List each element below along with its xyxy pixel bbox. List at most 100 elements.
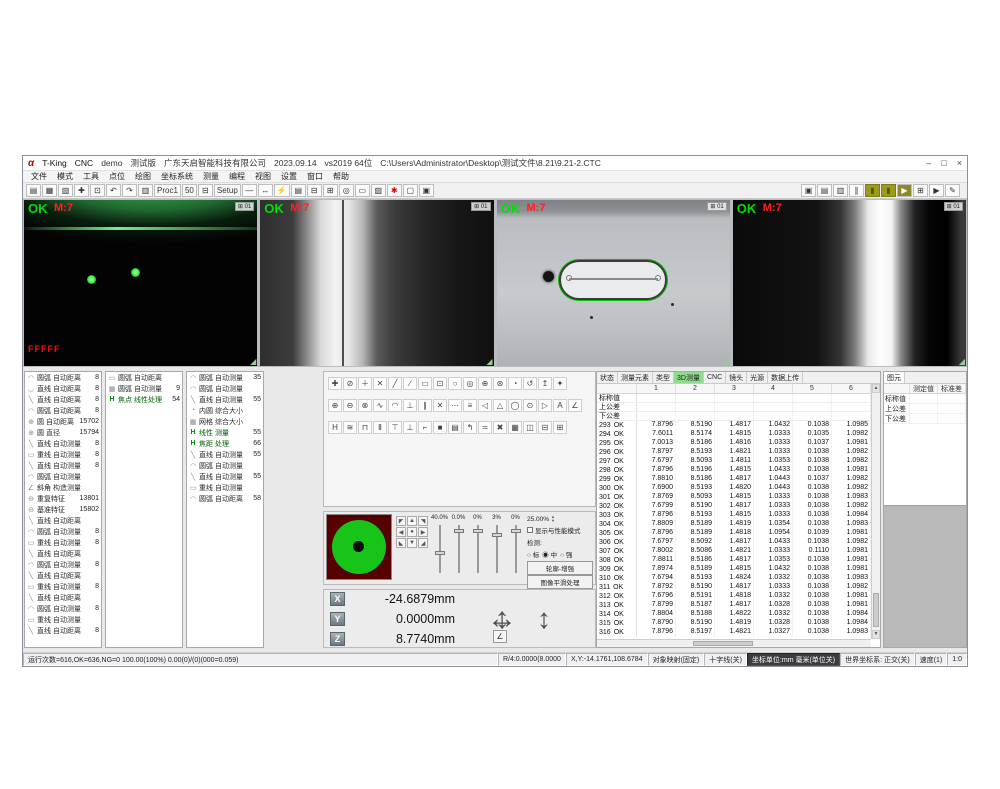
light-slider[interactable]: 3% [489,515,504,573]
camera-corner-controls[interactable]: ⊞ 01 [235,202,254,211]
close-icon[interactable]: × [957,158,962,168]
maximize-icon[interactable]: □ [941,158,946,168]
summary-row[interactable]: 标称值 [884,394,966,404]
geometry-tool-icon[interactable]: ＋ [358,377,372,390]
toolbar-button-icon[interactable]: ✱ [387,184,402,197]
performance-mode-checkbox[interactable]: 显示与性能模式 [527,525,593,535]
measurement-list-item[interactable]: ⊕ 圆 自动距离 15702 [25,416,101,427]
resize-grip-icon[interactable]: ◢ [723,357,729,366]
toolbar-button-icon[interactable]: ▥ [833,184,848,197]
column-number[interactable]: 2 [676,384,715,393]
spinner-icon[interactable]: ▲▼ [551,515,555,523]
measurement-list-item[interactable]: ◠ 圆弧 自动测量 [25,471,101,482]
measurement-list-item[interactable]: ╲ 直线 自动测量 8 [25,438,101,449]
light-slider-thumb[interactable] [511,529,521,533]
result-row[interactable]: 314OK 7.8804 8.5188 1.4822 1.0332 0.1038… [597,610,871,619]
light-segment-button-icon[interactable]: ◀ [396,527,406,537]
geometry-tool-icon[interactable]: ◯ [508,399,522,412]
measurement-list-item[interactable]: ╲ 直线 自动距离 [25,592,101,603]
geometry-tool-icon[interactable]: ⊛ [493,377,507,390]
table-tab[interactable]: 光源 [747,372,768,383]
light-slider-track[interactable] [515,525,517,573]
result-row[interactable]: 311OK 7.8792 8.5190 1.4817 1.0333 0.1038… [597,583,871,592]
toolbar-button-icon[interactable]: Setup [214,184,241,197]
toolbar-button-icon[interactable]: ▢ [403,184,418,197]
menu-item[interactable]: 绘图 [130,171,156,182]
geometry-tool-icon[interactable]: ◎ [463,377,477,390]
light-slider-track[interactable] [477,525,479,573]
measurement-list-item[interactable]: ▭ 重线 自动测量 8 [25,581,101,592]
measurement-list-item[interactable]: ◠ 圆弧 自动距离 8 [25,372,101,383]
toolbar-button-icon[interactable]: ▶ [897,184,912,197]
toolbar-button-icon[interactable]: ▤ [291,184,306,197]
geometry-tool-icon[interactable]: ■ [433,421,447,434]
measurement-list-item[interactable]: ◠ 圆弧 自动距离 8 [25,405,101,416]
geometry-tool-icon[interactable]: ∥ [418,399,432,412]
measurement-list-item[interactable]: H 线性 测量 55 [187,427,263,438]
result-row[interactable]: 302OK 7.6799 8.5190 1.4817 1.0333 0.1038… [597,502,871,511]
scroll-up-icon[interactable]: ▲ [872,384,880,393]
measurement-list-item[interactable]: ▭ 重线 自动测量 [25,614,101,625]
geometry-tool-icon[interactable]: ≡ [463,399,477,412]
geometry-tool-icon[interactable]: ⊞ [553,421,567,434]
measurement-list-item[interactable]: ⊖ 基准特征 15802 [25,504,101,515]
minimize-icon[interactable]: – [926,158,931,168]
toolbar-button-icon[interactable]: ▤ [817,184,832,197]
geometry-tool-icon[interactable]: ↥ [538,377,552,390]
light-segment-button-icon[interactable]: ◢ [418,538,428,548]
geometry-tool-icon[interactable]: ⊥ [403,399,417,412]
angle-mode-button[interactable]: ∠ [493,630,507,643]
result-row[interactable]: 310OK 7.6794 8.5193 1.4824 1.0332 0.1038… [597,574,871,583]
light-segment-button-icon[interactable]: ● [407,527,417,537]
toolbar-button-icon[interactable]: ▧ [58,184,73,197]
camera-view-4[interactable]: OK M:7 ⊞ 01 ◢ [733,200,966,366]
geometry-tool-icon[interactable]: ╱ [388,377,402,390]
result-row[interactable]: 307OK 7.8002 8.5086 1.4821 1.0333 0.1110… [597,547,871,556]
geometry-tool-icon[interactable]: ≍ [478,421,492,434]
measurement-list-item[interactable]: ◠ 圆弧 自动测量 8 [25,526,101,537]
geometry-tool-icon[interactable]: ⊤ [388,421,402,434]
geometry-tool-icon[interactable]: ⊟ [538,421,552,434]
image-enhance-button[interactable]: 轮廓-增强 [527,561,593,575]
column-number[interactable]: 6 [832,384,871,393]
column-number[interactable]: 3 [715,384,754,393]
menu-item[interactable]: 编程 [224,171,250,182]
measurement-list-item[interactable]: ◔ 内圆 综合大小 [187,405,263,416]
toolbar-button-icon[interactable]: ✚ [74,184,89,197]
measurement-list-item[interactable]: ▦ 圆弧 自动测量 9 [106,383,182,394]
ring-light-preview[interactable] [326,514,392,580]
geometry-tool-icon[interactable]: △ [493,399,507,412]
toolbar-button-icon[interactable]: ▥ [138,184,153,197]
measurement-list-item[interactable]: ◠ 圆弧 自动距离 58 [187,493,263,504]
measurement-list-item[interactable]: ◠ 圆弧 自动测量 [187,460,263,471]
result-row[interactable]: 294OK 7.6011 8.5174 1.4815 1.0333 0.1035… [597,430,871,439]
geometry-tool-icon[interactable]: ▭ [418,377,432,390]
light-slider-track[interactable] [439,525,441,573]
light-segment-button-icon[interactable]: ▲ [407,516,417,526]
result-row[interactable]: 312OK 7.6796 8.5191 1.4818 1.0332 0.1038… [597,592,871,601]
scroll-down-icon[interactable]: ▼ [872,630,880,639]
summary-row[interactable]: 上公差 [884,404,966,414]
light-slider-track[interactable] [496,525,498,573]
geometry-tool-icon[interactable]: ∿ [373,399,387,412]
tab-elements[interactable]: 图元 [884,372,905,383]
result-row[interactable]: 300OK 7.6900 8.5193 1.4820 1.0443 0.1038… [597,484,871,493]
scrollbar-thumb[interactable] [873,593,879,627]
toolbar-button-icon[interactable]: ⊟ [198,184,213,197]
toolbar-button-icon[interactable]: ▮ [865,184,880,197]
menu-item[interactable]: 测量 [198,171,224,182]
geometry-tool-icon[interactable]: ⊓ [358,421,372,434]
toolbar-button-icon[interactable]: ▮ [881,184,896,197]
measurement-list-item[interactable]: ╲ 直线 自动距离 [25,515,101,526]
toolbar-button-icon[interactable]: Proc1 [154,184,181,197]
result-row[interactable]: 316OK 7.8796 8.5197 1.4821 1.0327 0.1038… [597,628,871,637]
geometry-tool-icon[interactable]: ↰ [463,421,477,434]
camera-corner-controls[interactable]: ⊞ 01 [944,202,963,211]
measurement-list-item[interactable]: ◠ 圆弧 自动测量 [187,383,263,394]
detect-radio[interactable]: ○ 强 [560,549,572,559]
menu-item[interactable]: 文件 [26,171,52,182]
measurement-list-item[interactable]: ╲ 直线 自动距离 [25,548,101,559]
resize-grip-icon[interactable]: ◢ [250,357,256,366]
resize-grip-icon[interactable]: ◢ [486,357,492,366]
measurement-list-item[interactable]: ╲ 直线 自动距离 [25,570,101,581]
